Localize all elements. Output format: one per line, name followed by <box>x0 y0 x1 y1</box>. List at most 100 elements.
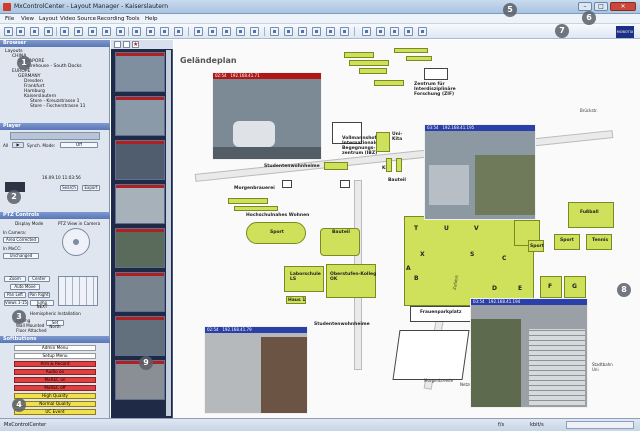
thumb-tab-grid-icon[interactable] <box>114 41 121 48</box>
close-button[interactable]: ✕ <box>610 2 636 11</box>
camera-view-top[interactable]: 02:54 192.168.41.71 <box>212 72 322 160</box>
tb-layout-a-icon[interactable] <box>270 27 279 36</box>
tb-sixteen-icon[interactable] <box>250 27 259 36</box>
zoom-button[interactable]: Zoom <box>4 276 26 282</box>
in-camera-select[interactable]: Area Corrected <box>3 237 39 243</box>
brueckstr-label: Brückstr. <box>580 108 598 113</box>
softbutton-normal-quality[interactable]: Normal Quality <box>14 401 96 407</box>
menu-file[interactable]: File <box>5 16 14 22</box>
block-g: G <box>572 283 577 290</box>
softbutton-arm-record[interactable]: Arm & Record <box>14 361 96 367</box>
tb-record-icon[interactable] <box>116 27 125 36</box>
tb-camera-icon[interactable] <box>74 27 83 36</box>
softbutton-high-quality[interactable]: High Quality <box>14 393 96 399</box>
building <box>394 48 428 53</box>
tb-monitor-icon[interactable] <box>146 27 155 36</box>
menu-video-source[interactable]: Video Source <box>60 16 96 22</box>
tree-item[interactable]: Warehouse - South Docks <box>24 64 82 69</box>
tb-refresh-icon[interactable] <box>30 27 39 36</box>
tree-item[interactable]: Store - Fischerstrasse 11 <box>30 104 86 109</box>
thumb-tab-list-icon[interactable] <box>123 41 130 48</box>
softbutton-setup[interactable]: Setup Menu <box>14 353 96 359</box>
views-button[interactable]: Views 1-15 <box>4 300 28 306</box>
set-north-button[interactable]: Set North <box>46 320 64 329</box>
tb-edit-icon[interactable] <box>88 27 97 36</box>
tb-layout-f-icon[interactable] <box>340 27 349 36</box>
camera-thumbnail[interactable] <box>115 52 165 92</box>
softbutton-mxrec-on[interactable]: MxREC on <box>14 377 96 383</box>
tb-user-icon[interactable] <box>404 27 413 36</box>
export-button[interactable]: Export <box>82 185 100 191</box>
maximize-button[interactable]: □ <box>594 2 608 11</box>
player-controls[interactable] <box>10 132 100 140</box>
softbuttons-header[interactable]: Softbuttons <box>0 336 110 343</box>
camera-thumbnail[interactable] <box>115 140 165 180</box>
tb-video-icon[interactable] <box>132 27 141 36</box>
ptz-header[interactable]: PTZ Controls <box>0 212 110 219</box>
pavement-image <box>429 165 469 205</box>
tb-quad-icon[interactable] <box>208 27 217 36</box>
jump-next-button[interactable]: Jump NEXT <box>30 300 54 309</box>
camera-view-right[interactable]: 03:54 192.168.41.195 <box>424 124 536 220</box>
tb-split-icon[interactable] <box>194 27 203 36</box>
menu-recording[interactable]: Recording <box>97 16 125 22</box>
softbutton-mxrec-off[interactable]: MxREC off <box>14 385 96 391</box>
in-mxcc-label: In MxCC: <box>3 246 22 251</box>
pan-right-button[interactable]: Pan Right <box>28 292 50 298</box>
search-button[interactable]: Search <box>60 185 78 191</box>
tb-view-icon[interactable] <box>160 27 169 36</box>
display-mode-label: Display Mode <box>15 221 44 226</box>
in-mxcc-select[interactable]: Unchanged <box>3 253 39 259</box>
block-x: X <box>420 251 425 258</box>
tb-alarm-icon[interactable] <box>376 27 385 36</box>
camera-view-bottom-left-bar: 02:54 192.168.41.79 <box>205 327 307 333</box>
tb-wrench-icon[interactable] <box>390 27 399 36</box>
synch-mode-select[interactable]: Off <box>60 142 98 148</box>
menu-view[interactable]: View <box>21 16 34 22</box>
tb-layout-e-icon[interactable] <box>326 27 335 36</box>
auto-move-button[interactable]: Auto Move <box>10 284 40 290</box>
play-button[interactable]: ▶ <box>12 142 24 148</box>
pan-left-button[interactable]: Pan Left <box>4 292 26 298</box>
camera-thumbnail[interactable] <box>115 228 165 268</box>
menu-tools[interactable]: Tools <box>126 16 140 22</box>
mount-floor[interactable]: Floor Attached <box>16 328 47 333</box>
tb-screen-icon[interactable] <box>174 27 183 36</box>
preset-view-grid[interactable] <box>58 276 98 306</box>
tb-clock-icon[interactable] <box>362 27 371 36</box>
browser-header[interactable]: Browser <box>0 40 110 47</box>
camera-thumbnail[interactable] <box>115 316 165 356</box>
thumb-tab-map-icon[interactable]: ★ <box>132 41 139 48</box>
tb-grid-icon[interactable] <box>4 27 13 36</box>
status-fps: f/s <box>498 422 505 428</box>
softbutton-admin[interactable]: Admin Menu <box>14 345 96 351</box>
player-timestamp: 16.09.10 11:03:56 <box>42 175 81 180</box>
tb-help-icon[interactable] <box>418 27 427 36</box>
tb-multi-icon[interactable] <box>222 27 231 36</box>
camera-thumbnail[interactable] <box>115 96 165 136</box>
tb-open-icon[interactable] <box>16 27 25 36</box>
camera-thumbnail[interactable] <box>115 184 165 224</box>
tb-layout-b-icon[interactable] <box>284 27 293 36</box>
tb-nine-icon[interactable] <box>236 27 245 36</box>
block-e: E <box>518 285 523 292</box>
block-f: F <box>548 283 553 290</box>
tb-layout-d-icon[interactable] <box>312 27 321 36</box>
camera-view-bottom-left[interactable]: 02:54 192.168.41.79 <box>204 326 308 414</box>
player-header[interactable]: Player <box>0 123 110 130</box>
morgenbrauerei-label: Morgenbrauerei <box>234 186 275 191</box>
minimize-button[interactable]: – <box>578 2 592 11</box>
center-button[interactable]: Center <box>28 276 50 282</box>
softbutton-audio[interactable]: Audio on <box>14 369 96 375</box>
softbutton-uc-event[interactable]: UC Event <box>14 409 96 415</box>
tb-arrow-icon[interactable] <box>44 27 53 36</box>
tb-export-icon[interactable] <box>102 27 111 36</box>
menu-help[interactable]: Help <box>145 16 158 22</box>
callout-9: 9 <box>139 356 153 370</box>
menu-layout[interactable]: Layout <box>39 16 58 22</box>
camera-thumbnail[interactable] <box>115 272 165 312</box>
camera-view-bottom-right[interactable]: 03:54 192.168.41.194 <box>470 298 588 408</box>
thumbnail-scrollbar[interactable] <box>166 50 171 416</box>
tb-layout-c-icon[interactable] <box>298 27 307 36</box>
tb-layout-icon[interactable] <box>60 27 69 36</box>
